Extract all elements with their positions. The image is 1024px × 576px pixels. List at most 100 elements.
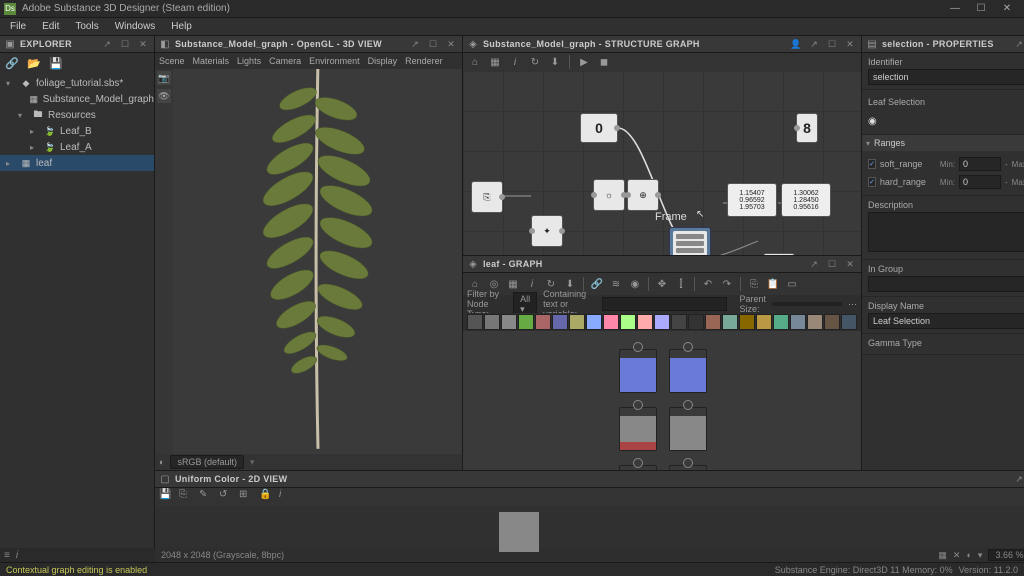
palette-thumb[interactable] — [569, 314, 585, 330]
input-node[interactable]: ⎘ — [471, 181, 503, 213]
menu-file[interactable]: File — [2, 18, 34, 36]
grid-icon[interactable]: ▦ — [487, 54, 503, 70]
palette-thumb[interactable] — [603, 314, 619, 330]
menu-tools[interactable]: Tools — [67, 18, 106, 36]
soft-range-checkbox[interactable]: ✓ — [868, 159, 876, 169]
structure-canvas[interactable]: 0 8 ⎘ ✦ ☼ ⊕ 1.15407 0.96592 1.95703 1.30… — [463, 71, 861, 255]
minimize-button[interactable]: — — [942, 1, 968, 17]
menu-edit[interactable]: Edit — [34, 18, 67, 36]
graph-node[interactable] — [669, 349, 707, 393]
chevron-down-icon[interactable]: ▾ — [978, 550, 983, 561]
leaf-undock-button[interactable]: ↗ — [807, 257, 821, 271]
structure-undock-button[interactable]: ↗ — [807, 37, 821, 51]
ranges-section-header[interactable]: ▾Ranges — [862, 135, 1024, 151]
flow-icon[interactable]: ≋ — [608, 276, 624, 292]
graph-node[interactable] — [619, 407, 657, 451]
square-icon[interactable]: ◼ — [596, 54, 612, 70]
colorspace-icon[interactable]: ◐ — [159, 457, 164, 467]
tree-row[interactable]: ▸🍃Leaf_A — [0, 139, 154, 155]
dots-icon[interactable]: ⋯ — [848, 299, 857, 310]
displayname-input[interactable] — [868, 313, 1024, 329]
terminal-icon[interactable]: ≡ — [4, 550, 10, 561]
cross-icon[interactable]: ✕ — [953, 550, 961, 561]
palette-thumb[interactable] — [671, 314, 687, 330]
merge-node[interactable]: ⊕ — [627, 179, 659, 211]
grid-icon[interactable]: ▦ — [938, 550, 947, 561]
palette-thumb[interactable] — [637, 314, 653, 330]
graph-node[interactable] — [669, 407, 707, 451]
channel-icon[interactable]: ◐ — [966, 550, 971, 560]
identifier-input[interactable] — [868, 69, 1024, 85]
scatter-node[interactable]: ☼ — [593, 179, 625, 211]
palette-thumb[interactable] — [586, 314, 602, 330]
text-icon[interactable]: i — [524, 276, 540, 292]
lock-icon[interactable]: 🔒 — [259, 489, 275, 505]
explorer-save-icon[interactable]: 💾 — [48, 55, 64, 71]
palette-thumb[interactable] — [773, 314, 789, 330]
soft-min-input[interactable] — [959, 157, 1001, 171]
play-icon[interactable]: ▶ — [576, 54, 592, 70]
view3d-max-button[interactable]: ☐ — [426, 37, 440, 51]
view3d-viewport[interactable] — [173, 69, 462, 454]
explorer-open-icon[interactable]: 📂 — [26, 55, 42, 71]
palette-thumb[interactable] — [739, 314, 755, 330]
graph-node[interactable] — [619, 349, 657, 393]
explorer-link-icon[interactable]: 🔗 — [4, 55, 20, 71]
paste-icon[interactable]: 📋 — [765, 276, 781, 292]
home-icon[interactable]: ⌂ — [467, 54, 483, 70]
frame-node[interactable] — [669, 227, 711, 255]
tree-row[interactable]: ▦Substance_Model_graph — [0, 91, 154, 107]
menu-windows[interactable]: Windows — [107, 18, 164, 36]
reset-icon[interactable]: ↺ — [219, 489, 235, 505]
view2d-viewport[interactable] — [155, 506, 1024, 548]
grid-icon[interactable]: ▦ — [505, 276, 521, 292]
ingroup-input[interactable] — [868, 276, 1024, 292]
camera-icon[interactable]: 📷 — [157, 71, 171, 85]
parent-size-slider[interactable] — [772, 302, 842, 306]
channels-icon[interactable]: ⊞ — [239, 489, 255, 505]
random-node-b[interactable]: 1.30062 1.28450 0.95616 — [781, 183, 831, 217]
tree-row[interactable]: ▸▦leaf — [0, 155, 154, 171]
explorer-close-button[interactable]: ✕ — [136, 37, 150, 51]
leaf-canvas[interactable] — [463, 331, 861, 470]
tree-row[interactable]: ▸🍃Leaf_B — [0, 123, 154, 139]
view3d-menu-item[interactable]: Materials — [193, 56, 230, 66]
transform-node[interactable]: ✦ — [531, 215, 563, 247]
refresh-icon[interactable]: ↻ — [527, 54, 543, 70]
maximize-button[interactable]: ☐ — [968, 1, 994, 17]
explorer-max-button[interactable]: ☐ — [118, 37, 132, 51]
props-undock-button[interactable]: ↗ — [1012, 37, 1024, 51]
palette-thumb[interactable] — [620, 314, 636, 330]
palette-thumb[interactable] — [467, 314, 483, 330]
palette-thumb[interactable] — [790, 314, 806, 330]
palette-thumb[interactable] — [654, 314, 670, 330]
view3d-undock-button[interactable]: ↗ — [408, 37, 422, 51]
structure-max-button[interactable]: ☐ — [825, 37, 839, 51]
palette-thumb[interactable] — [756, 314, 772, 330]
palette-thumb[interactable] — [518, 314, 534, 330]
value-node-0[interactable]: 0 — [580, 113, 618, 143]
output-node[interactable]: ⊗ — [763, 253, 795, 255]
frame-icon[interactable]: ▭ — [784, 276, 800, 292]
pin-icon[interactable]: ⬇ — [547, 54, 563, 70]
structure-user-button[interactable]: 👤 — [789, 37, 803, 51]
palette-thumb[interactable] — [807, 314, 823, 330]
view3d-menu-item[interactable]: Lights — [237, 56, 261, 66]
redo-icon[interactable]: ↷ — [719, 276, 735, 292]
text-icon[interactable]: i — [507, 54, 523, 70]
highlight-icon[interactable]: ◉ — [627, 276, 643, 292]
save-icon[interactable]: 💾 — [159, 489, 175, 505]
palette-thumb[interactable] — [841, 314, 857, 330]
palette-thumb[interactable] — [824, 314, 840, 330]
view2d-undock-button[interactable]: ↗ — [1012, 472, 1024, 486]
view3d-menu-item[interactable]: Display — [368, 56, 398, 66]
align-icon[interactable]: ⫿ — [673, 276, 689, 292]
filter-text-input[interactable] — [602, 297, 727, 311]
move-icon[interactable]: ✥ — [654, 276, 670, 292]
explorer-undock-button[interactable]: ↗ — [100, 37, 114, 51]
random-node-a[interactable]: 1.15407 0.96592 1.95703 — [727, 183, 777, 217]
view3d-menu-item[interactable]: Camera — [269, 56, 301, 66]
palette-thumb[interactable] — [552, 314, 568, 330]
structure-close-button[interactable]: ✕ — [843, 37, 857, 51]
tree-row[interactable]: ▾🖿Resources — [0, 107, 154, 123]
